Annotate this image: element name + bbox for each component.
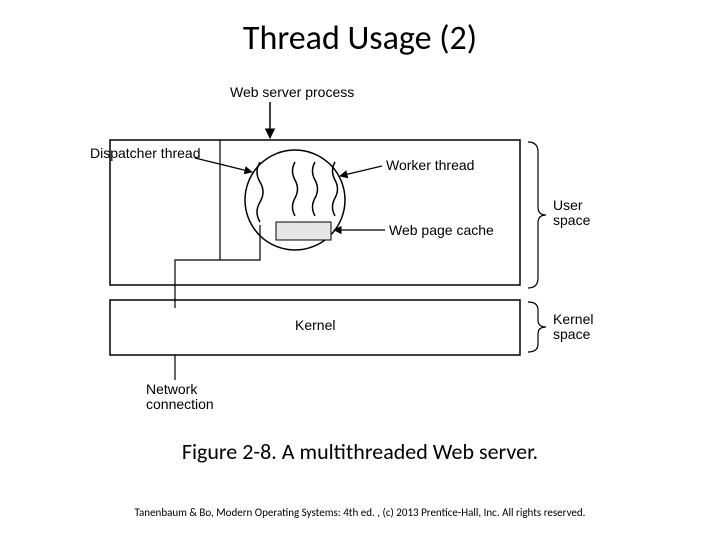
routing-path-left (175, 225, 260, 302)
label-dispatcher: Dispatcher thread (90, 146, 201, 161)
label-worker: Worker thread (386, 158, 474, 173)
worker-thread-1 (293, 162, 298, 216)
copyright-line: Tanenbaum & Bo, Modern Operating Systems… (0, 506, 720, 519)
arrow-worker (340, 166, 382, 176)
arrow-dispatcher (195, 158, 252, 172)
label-network: Network connection (146, 382, 214, 413)
dispatcher-thread-squiggle (257, 162, 263, 222)
worker-thread-2 (313, 162, 318, 216)
slide-title: Thread Usage (2) (0, 18, 720, 59)
brace-user (528, 142, 546, 288)
brace-kernel (528, 302, 546, 352)
cache-rect (276, 222, 331, 240)
label-cache: Web page cache (389, 223, 494, 238)
figure-caption: Figure 2-8. A multithreaded Web server. (0, 438, 720, 465)
diagram: Web server process Dispatcher thread Wor… (80, 80, 640, 410)
label-kernel-space: Kernel space (553, 312, 593, 343)
label-user-space: User space (553, 198, 590, 229)
diagram-svg (80, 80, 640, 410)
label-kernel: Kernel (295, 318, 335, 333)
label-web-server-process: Web server process (230, 85, 354, 100)
